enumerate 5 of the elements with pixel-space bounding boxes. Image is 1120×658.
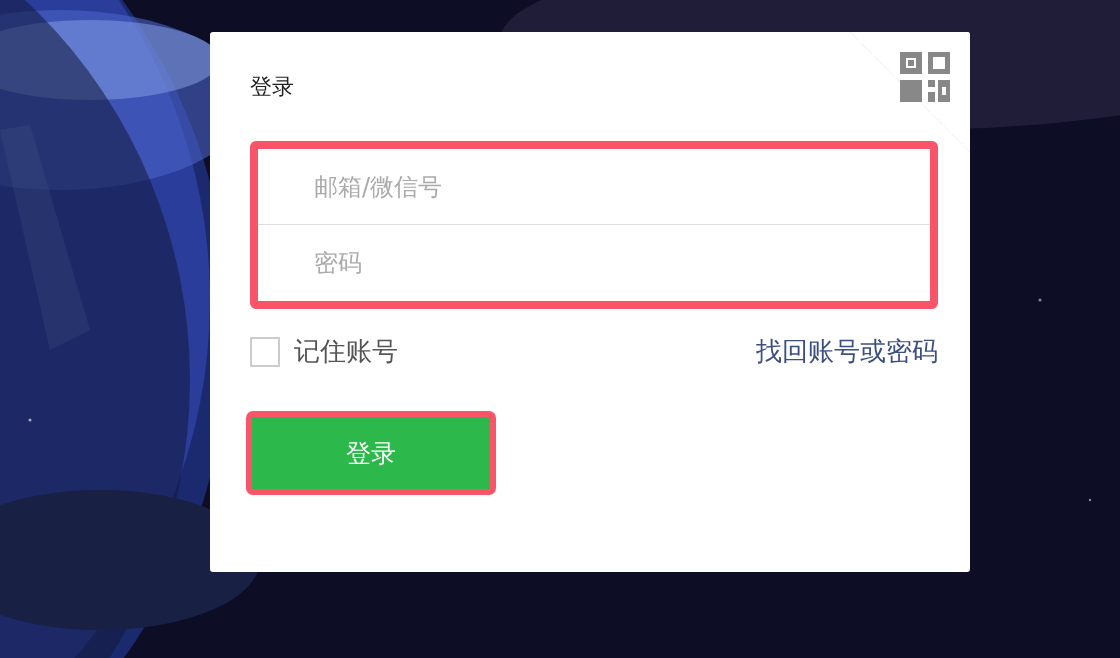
recover-link[interactable]: 找回账号或密码 xyxy=(756,334,938,369)
login-title: 登录 xyxy=(250,73,295,101)
remember-checkbox[interactable] xyxy=(250,336,280,367)
remember-label: 记住账号 xyxy=(294,335,398,368)
qr-code-icon[interactable] xyxy=(900,52,950,102)
